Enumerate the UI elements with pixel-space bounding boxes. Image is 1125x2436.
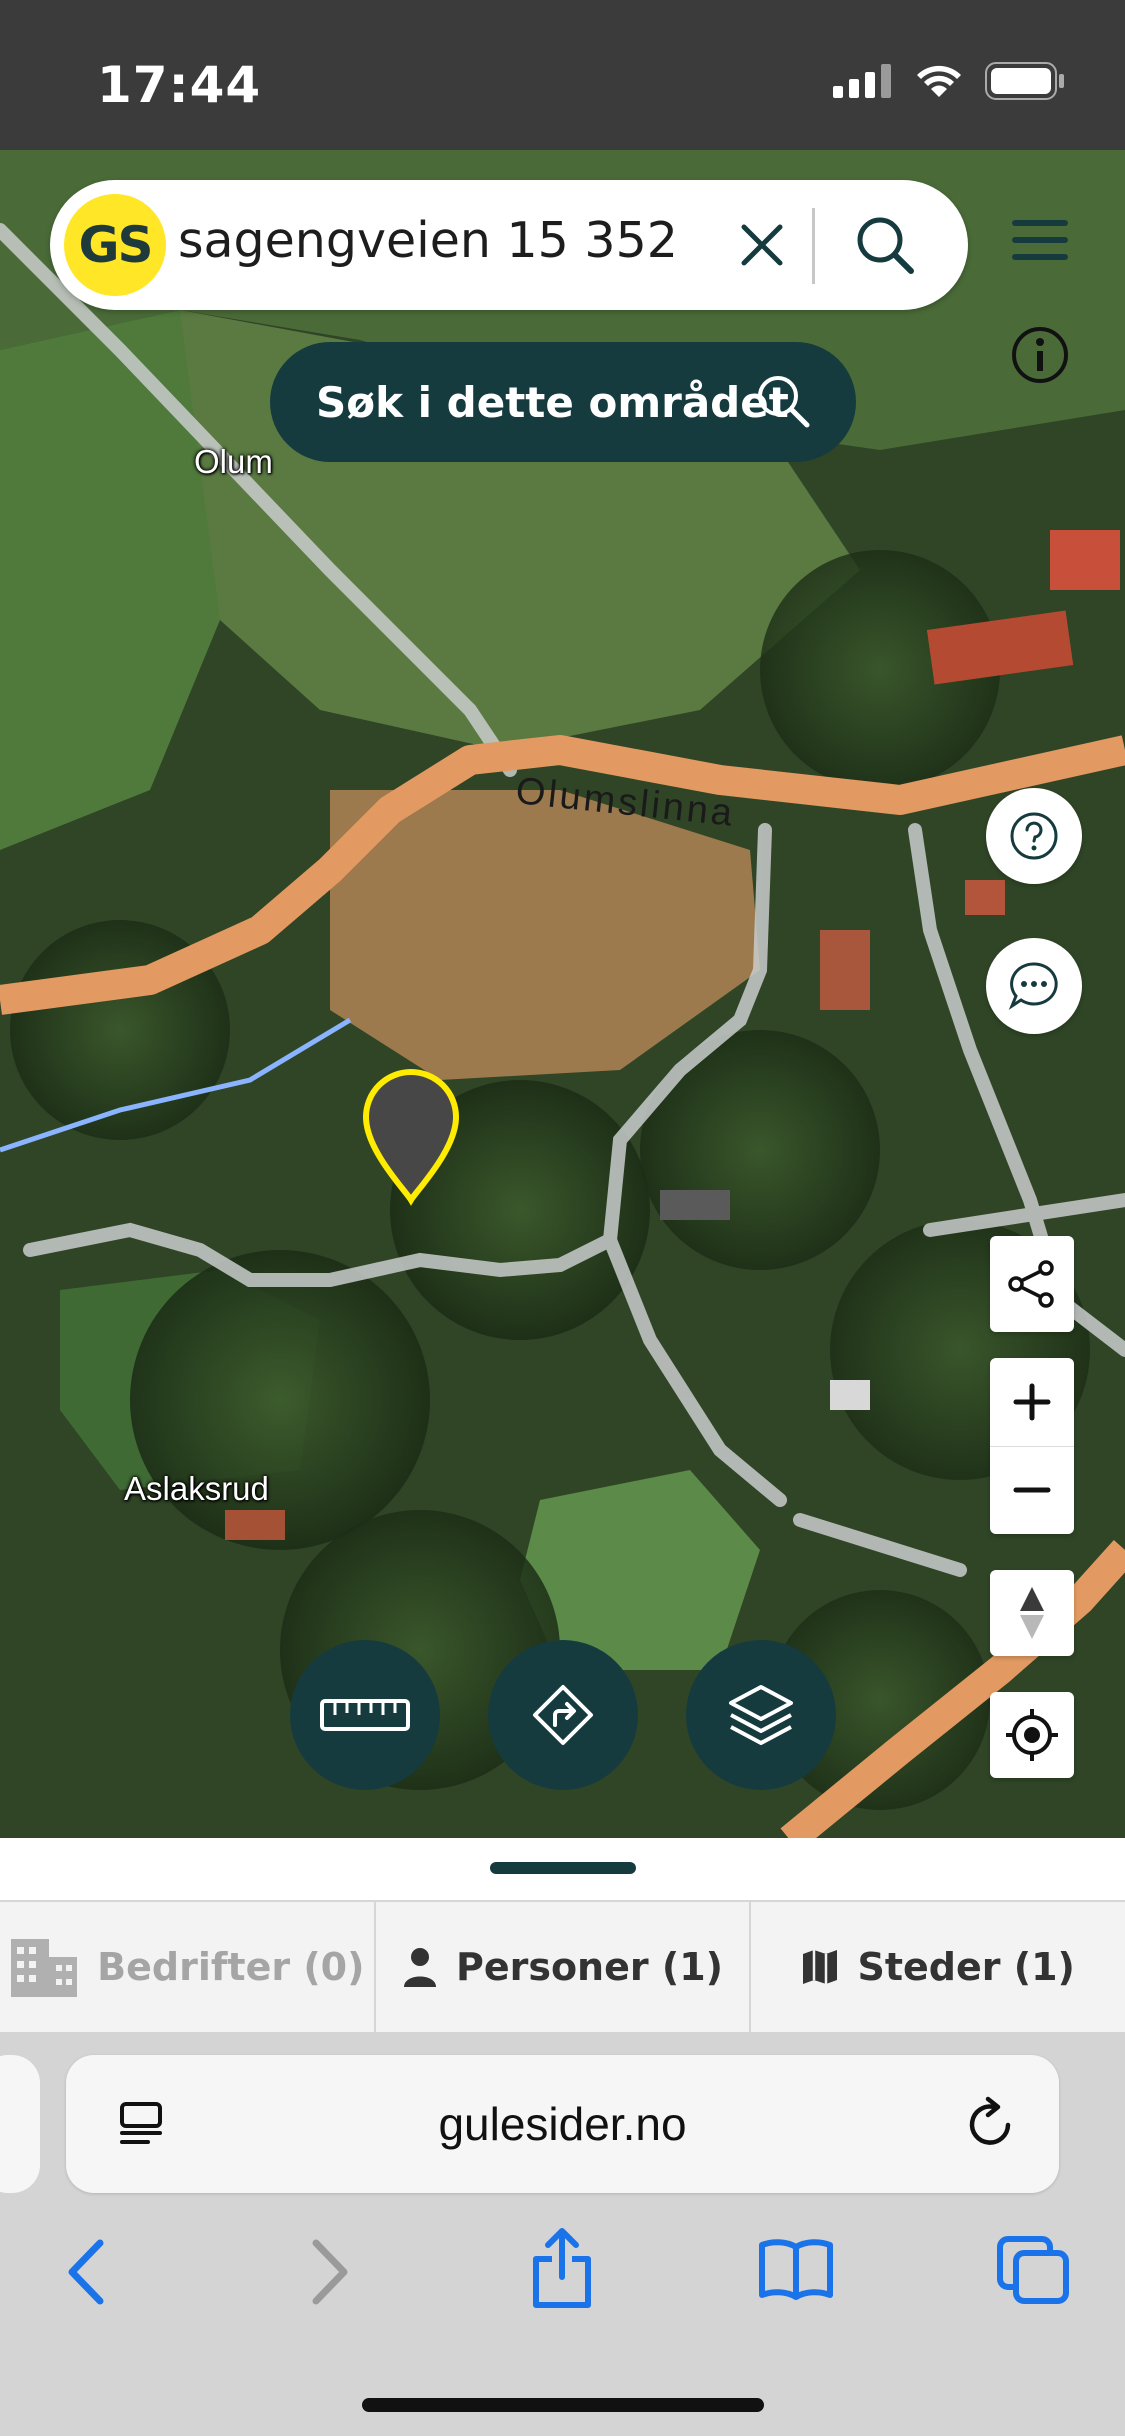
zoom-controls <box>990 1358 1074 1534</box>
measure-tool-button[interactable] <box>290 1640 440 1790</box>
reload-icon[interactable] <box>964 2095 1016 2151</box>
previous-tab-edge[interactable] <box>0 2055 40 2193</box>
zoom-out-button[interactable] <box>990 1447 1074 1535</box>
place-label-aslaksrud: Aslaksrud <box>124 1470 269 1507</box>
share-icon[interactable] <box>530 2225 594 2309</box>
directions-icon <box>533 1685 593 1745</box>
info-icon <box>1012 327 1068 383</box>
place-label-olum: Olum <box>194 443 273 480</box>
tab-bedrifter[interactable]: Bedrifter (0) <box>0 1902 376 2032</box>
plus-icon <box>1013 1383 1051 1421</box>
zoom-in-button[interactable] <box>990 1358 1074 1447</box>
help-button[interactable] <box>986 788 1082 884</box>
search-button[interactable] <box>840 205 930 285</box>
result-tabs: Bedrifter (0) Personer (1) Steder (1) <box>0 1900 1125 2034</box>
person-icon <box>403 1948 436 1987</box>
chat-bubble-icon <box>1008 962 1058 1010</box>
sheet-drag-handle[interactable] <box>490 1862 636 1874</box>
minus-icon <box>1013 1487 1051 1493</box>
search-bar[interactable]: GS sagengveien 15 3520… <box>50 180 968 310</box>
battery-icon <box>985 62 1064 100</box>
layers-icon <box>729 1685 793 1745</box>
map-icon <box>803 1950 838 1984</box>
search-icon <box>857 217 914 274</box>
search-input[interactable]: sagengveien 15 3520… <box>178 212 678 269</box>
search-divider <box>812 208 815 284</box>
my-location-button[interactable] <box>990 1692 1074 1778</box>
share-button[interactable] <box>990 1236 1074 1332</box>
status-icons <box>833 62 1065 100</box>
map-layers-button[interactable] <box>686 1640 836 1790</box>
bookmarks-icon[interactable] <box>758 2237 834 2301</box>
wifi-icon <box>917 65 961 97</box>
tab-steder[interactable]: Steder (1) <box>751 1902 1125 2032</box>
feedback-button[interactable] <box>986 938 1082 1034</box>
tabs-icon[interactable] <box>996 2235 1070 2305</box>
building-icon <box>11 1939 78 1997</box>
search-icon <box>758 376 810 428</box>
compass-button[interactable] <box>990 1570 1074 1656</box>
tab-personer[interactable]: Personer (1) <box>376 1902 752 2032</box>
search-this-area-button[interactable]: Søk i dette området <box>270 342 856 462</box>
question-icon <box>1010 812 1058 860</box>
gulesider-logo[interactable]: GS <box>64 194 166 296</box>
share-icon <box>1008 1260 1054 1308</box>
menu-button[interactable] <box>1010 210 1070 270</box>
tab-bedrifter-label: Bedrifter (0) <box>97 1945 365 1989</box>
search-this-area-label: Søk i dette området <box>316 377 789 427</box>
close-icon <box>741 224 783 266</box>
crosshair-location-icon <box>1006 1709 1058 1761</box>
back-icon[interactable] <box>64 2237 108 2307</box>
home-indicator[interactable] <box>362 2398 764 2412</box>
status-bar: 17:44 <box>0 0 1125 150</box>
info-button[interactable] <box>1010 325 1070 385</box>
tab-steder-label: Steder (1) <box>857 1945 1075 1989</box>
clear-search-button[interactable] <box>722 205 802 285</box>
ruler-icon <box>320 1699 410 1731</box>
url-text[interactable]: gulesider.no <box>66 2097 1059 2151</box>
compass-icon <box>1020 1587 1044 1639</box>
hamburger-menu-icon <box>1012 220 1068 260</box>
tab-personer-label: Personer (1) <box>455 1945 724 1989</box>
forward-icon[interactable] <box>308 2237 352 2307</box>
cellular-signal-icon <box>833 64 891 98</box>
status-time: 17:44 <box>97 56 262 114</box>
address-bar[interactable]: gulesider.no <box>66 2055 1059 2193</box>
directions-button[interactable] <box>488 1640 638 1790</box>
browser-nav-row <box>0 2225 1125 2335</box>
